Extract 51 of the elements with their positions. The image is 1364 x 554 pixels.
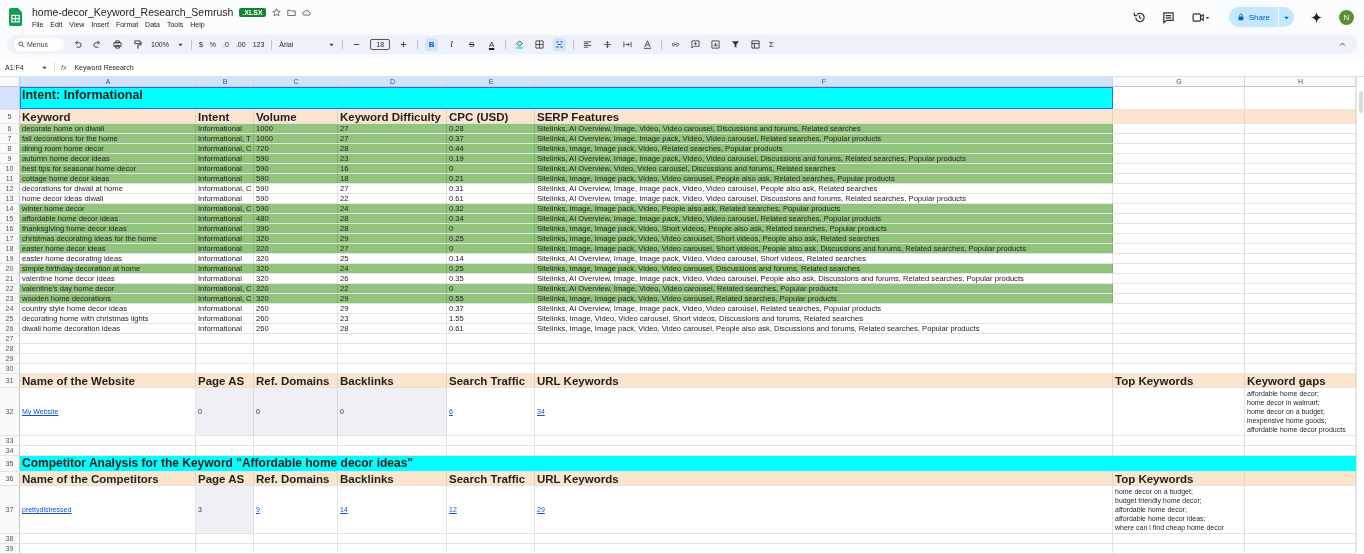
section-title: Intent: Informational [20, 87, 1113, 109]
caret-icon [176, 41, 184, 48]
column-heading: Intent [196, 110, 254, 123]
column-heading: Search Traffic [447, 472, 535, 485]
strikethrough-button[interactable]: S [465, 38, 479, 51]
column-heading: Page AS [196, 472, 254, 485]
print-icon[interactable] [111, 38, 124, 51]
bold-button[interactable]: B [425, 38, 439, 51]
column-heading: Backlinks [338, 374, 447, 387]
chart-icon[interactable] [709, 38, 723, 51]
column-heading: Ref. Domains [254, 472, 338, 485]
folder-icon[interactable] [286, 7, 296, 17]
cloud-icon[interactable] [301, 7, 311, 17]
scrollbar-thumb[interactable] [1358, 91, 1363, 113]
text-color-button[interactable]: A [485, 38, 499, 51]
column-heading: SERP Features [535, 110, 1113, 123]
video-camera-icon[interactable] [1190, 10, 1211, 24]
merge-cells-icon[interactable] [553, 38, 567, 51]
column-heading: Keyword [20, 110, 196, 123]
column-heading: Ref. Domains [254, 374, 338, 387]
account-avatar[interactable]: N [1339, 9, 1354, 25]
column-heading: Name of the Website [20, 374, 196, 387]
comment-icon[interactable] [1161, 10, 1175, 24]
column-heading: Search Traffic [447, 374, 535, 387]
column-heading: URL Keywords [535, 472, 1113, 485]
italic-button[interactable]: I [445, 38, 459, 51]
column-heading: Backlinks [338, 472, 447, 485]
lock-icon [1236, 13, 1245, 21]
borders-icon[interactable] [533, 38, 547, 51]
comment-add-icon[interactable] [689, 38, 703, 51]
search-icon [18, 41, 25, 48]
section-title: Competitor Analysis for the Keyword "Affordable home decor ideas" [20, 456, 1356, 471]
star-icon[interactable] [271, 7, 281, 17]
column-heading: Keyword Difficulty [338, 110, 447, 123]
table-icon[interactable] [749, 38, 763, 51]
column-heading: Name of the Competitors [20, 472, 196, 485]
functions-button[interactable]: Σ [769, 40, 775, 49]
column-heading: CPC (USD) [447, 110, 535, 123]
caret-icon [328, 41, 336, 48]
spreadsheet-logo-icon[interactable] [9, 8, 22, 26]
column-heading: Keyword gaps [1245, 374, 1356, 387]
paint-roller-icon[interactable] [131, 38, 144, 51]
column-heading: Top Keywords [1113, 374, 1245, 387]
document-title[interactable]: home-decor_Keyword_Research_Semrush [32, 6, 234, 18]
column-heading: Top Keywords [1113, 472, 1245, 485]
column-heading: URL Keywords [535, 374, 1113, 387]
column-heading: Page AS [196, 374, 254, 387]
share-button[interactable]: Share [1228, 7, 1278, 27]
sparkle-icon[interactable] [1310, 10, 1323, 24]
history-icon[interactable] [1132, 10, 1146, 24]
column-heading: Volume [254, 110, 338, 123]
